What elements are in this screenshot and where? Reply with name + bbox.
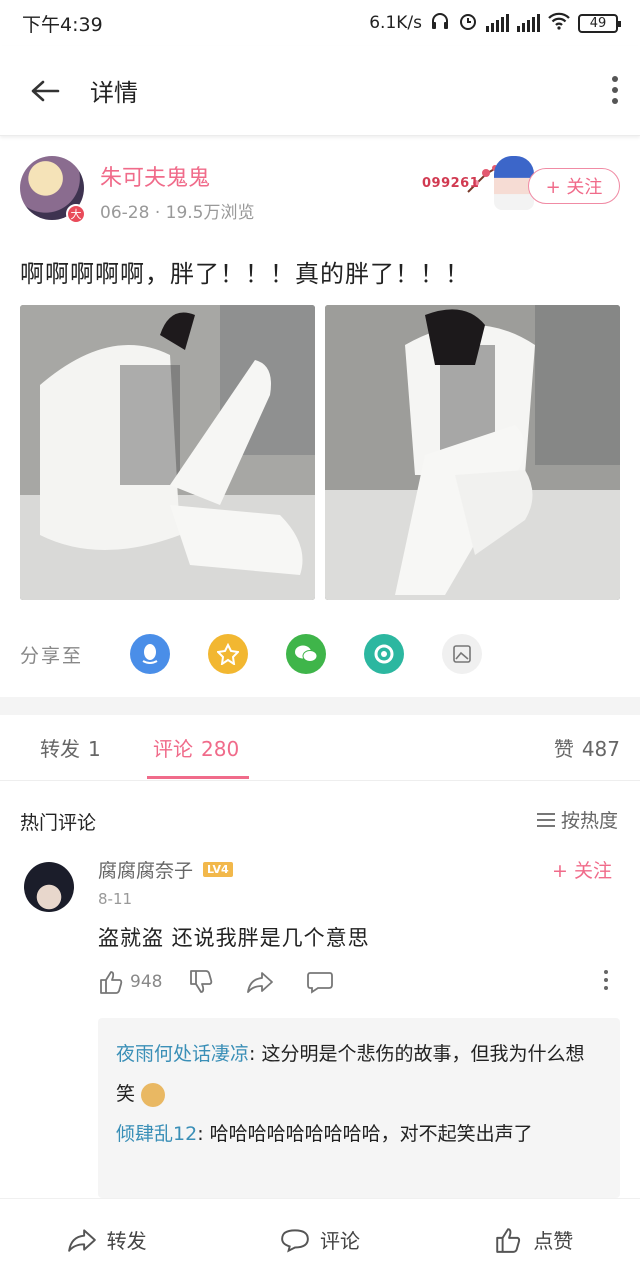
comment-like-button[interactable]: 948 [98,969,162,995]
hot-comments-title: 热门评论 [20,812,97,834]
doge-emoji-icon [141,1082,166,1107]
cell-signal-icon [486,14,509,32]
cell-signal-2-icon [517,14,540,32]
battery-icon: 49 [578,13,621,33]
tab-likes-label: 赞 [553,737,574,761]
commenter-name[interactable]: 腐腐腐奈子 [98,856,193,883]
author-name[interactable]: 朱可夫鬼鬼 [100,160,210,192]
wifi-icon [548,12,570,35]
share-row: 分享至 [20,632,620,676]
tab-comments-count: 280 [201,737,240,761]
wechat-icon[interactable] [286,634,326,674]
comment-text: 盗就盗 还说我胖是几个意思 [98,926,370,950]
comment-dislike-button[interactable] [188,969,220,995]
reply-user[interactable]: 夜雨何处话凄凉 [116,1043,249,1065]
thumbs-down-icon [190,970,213,993]
post-text: 啊啊啊啊啊，胖了！！！真的胖了！！！ [20,260,470,288]
post-views: 19.5万浏览 [165,203,255,223]
section-divider [0,697,640,715]
sort-button[interactable]: 按热度 [536,806,618,833]
fan-medal-badge: 099261 [422,156,534,214]
network-speed: 6.1K/s [369,13,422,33]
back-button[interactable] [0,46,90,136]
reply-colon: : [249,1043,262,1065]
comment-label: 评论 [319,1229,360,1253]
tab-reposts[interactable]: 转发 1 [40,733,101,762]
repost-label: 转发 [106,1229,147,1253]
commenter-header: 腐腐腐奈子 LV4 [98,856,233,883]
thumbs-up-icon [100,971,123,994]
status-time: 下午4:39 [22,13,103,36]
post-image-1[interactable] [20,305,315,600]
qq-icon[interactable] [130,634,170,674]
medal-number: 099261 [422,176,480,191]
sort-list-icon [536,812,555,827]
app-bar: 详情 [0,46,640,136]
comment-actions: 948 [98,966,366,998]
reply-item: 夜雨何处话凄凉: 这分明是个悲伤的故事，但我为什么想笑 [116,1034,602,1114]
like-label: 点赞 [533,1229,574,1253]
active-tab-indicator [147,776,249,779]
comment-share-button[interactable] [246,970,280,994]
comment-reply-button[interactable] [306,970,340,994]
reply-user[interactable]: 倾肆乱12 [116,1123,197,1145]
repost-icon [67,1228,96,1252]
post-meta: 06-28 · 19.5万浏览 [100,198,254,223]
thumbs-up-icon [496,1227,521,1253]
save-image-icon[interactable] [442,634,482,674]
repost-button[interactable]: 转发 [0,1225,213,1254]
like-button[interactable]: 点赞 [427,1225,640,1254]
tab-reposts-count: 1 [88,737,101,761]
comment-date: 8-11 [98,890,133,908]
tab-likes[interactable]: 赞 487 [554,733,620,762]
status-indicators: 6.1K/s 49 [369,11,621,36]
level-badge: LV4 [203,862,233,877]
comment-icon [281,1228,309,1253]
replies-box[interactable]: 夜雨何处话凄凉: 这分明是个悲伤的故事，但我为什么想笑 倾肆乱12: 哈哈哈哈哈… [98,1018,620,1198]
page-title: 详情 [90,79,138,107]
verified-badge-icon: 大 [66,204,86,224]
headphone-icon [430,12,450,35]
tab-comments[interactable]: 评论 280 [153,733,239,762]
meta-dot: · [154,203,166,223]
reply-text: 哈哈哈哈哈哈哈哈哈，对不起笑出声了 [209,1123,533,1145]
alarm-icon [458,11,478,36]
share-arrow-icon [247,972,274,993]
follow-commenter-button[interactable]: + 关注 [552,856,612,883]
post-detail-screen: 下午4:39 6.1K/s 49 详情 大 朱可夫鬼鬼 06-28 · 19.5… [0,0,640,1280]
reply-item: 倾肆乱12: 哈哈哈哈哈哈哈哈哈，对不起笑出声了 [116,1114,602,1154]
interaction-tabs: 转发 1 评论 280 赞 487 [0,715,640,781]
tab-comments-label: 评论 [153,737,193,761]
status-bar: 下午4:39 6.1K/s 49 [0,0,640,46]
comment-more-icon[interactable] [604,970,608,990]
post-image-2[interactable] [325,305,620,600]
reply-colon: : [197,1123,210,1145]
back-arrow-icon [31,80,60,101]
post-author-header: 大 朱可夫鬼鬼 06-28 · 19.5万浏览 099261 + 关注 [20,156,620,226]
sort-label: 按热度 [560,810,618,832]
moments-icon[interactable] [364,634,404,674]
share-label: 分享至 [20,644,84,667]
bottom-action-bar: 转发 评论 点赞 [0,1198,640,1280]
chat-bubble-icon [307,972,334,994]
follow-author-button[interactable]: + 关注 [528,168,620,204]
commenter-avatar[interactable] [24,862,74,912]
qzone-icon[interactable] [208,634,248,674]
tab-likes-count: 487 [581,737,620,761]
comment-like-count: 948 [130,972,163,992]
more-options-icon[interactable] [612,76,618,104]
post-date: 06-28 [100,203,150,223]
comment-button[interactable]: 评论 [213,1225,426,1254]
tab-reposts-label: 转发 [40,737,80,761]
